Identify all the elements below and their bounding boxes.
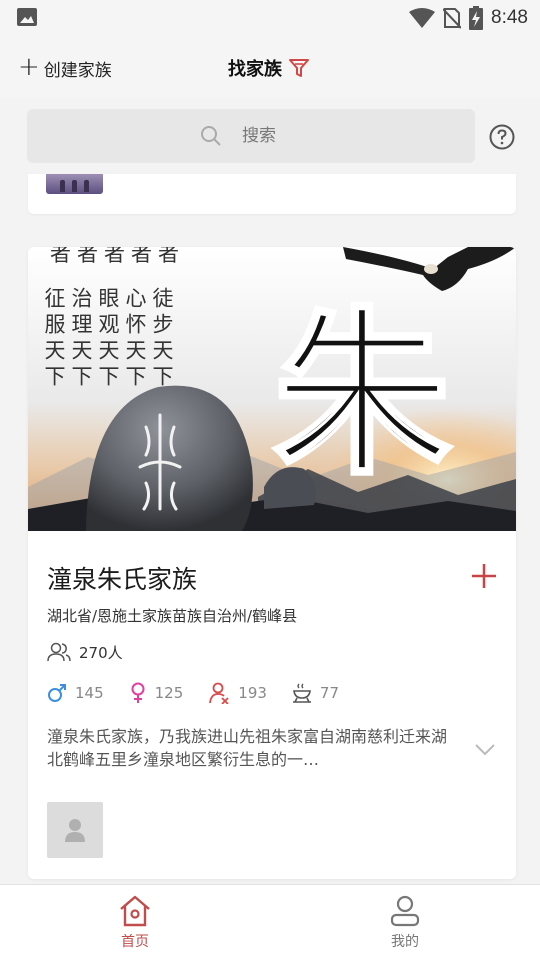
previous-family-thumbnail: [46, 174, 103, 194]
calligraphy-top-row: 者者者者者: [50, 247, 179, 266]
chevron-down-icon[interactable]: [474, 743, 496, 757]
nav-mine-label: 我的: [391, 934, 419, 950]
surname-calligraphy: 朱: [272, 289, 453, 500]
search-box[interactable]: [27, 109, 475, 163]
no-sim-icon: [443, 8, 462, 29]
previous-family-card[interactable]: [28, 174, 516, 214]
calligraphy-column-3: 眼观天下: [96, 287, 120, 391]
member-count: 270人: [47, 641, 123, 663]
plus-icon: +: [18, 52, 40, 82]
female-stat: 125: [129, 682, 184, 704]
battery-charging-icon: [469, 6, 484, 30]
nav-mine[interactable]: 我的: [365, 895, 445, 951]
male-icon: [48, 684, 66, 702]
status-bar: 8:48: [0, 0, 540, 36]
page-title: 找家族: [228, 59, 282, 80]
default-avatar-icon: [65, 819, 85, 842]
incense-burner-icon: [292, 683, 311, 703]
create-family-label: 创建家族: [43, 60, 112, 81]
user-icon: [390, 895, 420, 927]
nav-home-label: 首页: [121, 934, 149, 950]
member-count-label: 270人: [79, 643, 123, 662]
calligraphy-column-5: 徒步天下: [150, 287, 174, 391]
wifi-icon: [409, 8, 436, 28]
search-row: [0, 98, 540, 174]
ancestor-count: 77: [319, 684, 340, 702]
search-input[interactable]: [242, 126, 302, 146]
deceased-count: 193: [238, 684, 267, 702]
image-icon: [17, 8, 37, 26]
calligraphy-column-1: 征服天下: [42, 287, 66, 391]
female-count: 125: [154, 684, 184, 702]
calligraphy-column-4: 心怀天下: [123, 287, 147, 391]
home-icon: [120, 895, 150, 927]
family-region: 湖北省/恩施土家族苗族自治州/鹤峰县: [47, 607, 298, 625]
create-family-button[interactable]: + 创建家族: [18, 54, 112, 82]
avatar[interactable]: [47, 802, 103, 858]
family-name: 潼泉朱氏家族: [47, 565, 198, 594]
filter-icon[interactable]: [288, 57, 310, 79]
family-description: 潼泉朱氏家族，乃我族进山先祖朱家富自湖南慈利迁来湖北鹤峰五里乡潼泉地区繁衍生息的…: [47, 727, 448, 769]
ancestor-stat: 77: [292, 683, 339, 703]
deceased-stat: 193: [208, 682, 267, 704]
male-stat: 145: [47, 683, 104, 703]
add-family-button[interactable]: [468, 560, 500, 592]
clock: 8:48: [491, 7, 528, 28]
family-card[interactable]: 者者者者者 征服天下 治理天下 眼观天下 心怀天下 徒步天下 朱 潼泉朱氏家族 …: [28, 247, 516, 879]
family-banner-image: 者者者者者 征服天下 治理天下 眼观天下 心怀天下 徒步天下 朱: [28, 247, 516, 531]
title-area: 找家族: [228, 54, 310, 82]
calligraphy-column-2: 治理天下: [69, 287, 93, 391]
nav-home[interactable]: 首页: [95, 895, 175, 951]
person-remove-icon: [209, 682, 229, 704]
male-count: 145: [75, 684, 104, 702]
top-bar: + 创建家族 找家族: [0, 36, 540, 98]
members-icon: [47, 642, 71, 662]
female-icon: [131, 682, 145, 703]
search-icon: [201, 126, 221, 146]
help-icon[interactable]: [489, 124, 515, 150]
bottom-nav: 首页 我的: [0, 884, 540, 960]
family-stats: 145 125 193 77: [47, 681, 364, 705]
